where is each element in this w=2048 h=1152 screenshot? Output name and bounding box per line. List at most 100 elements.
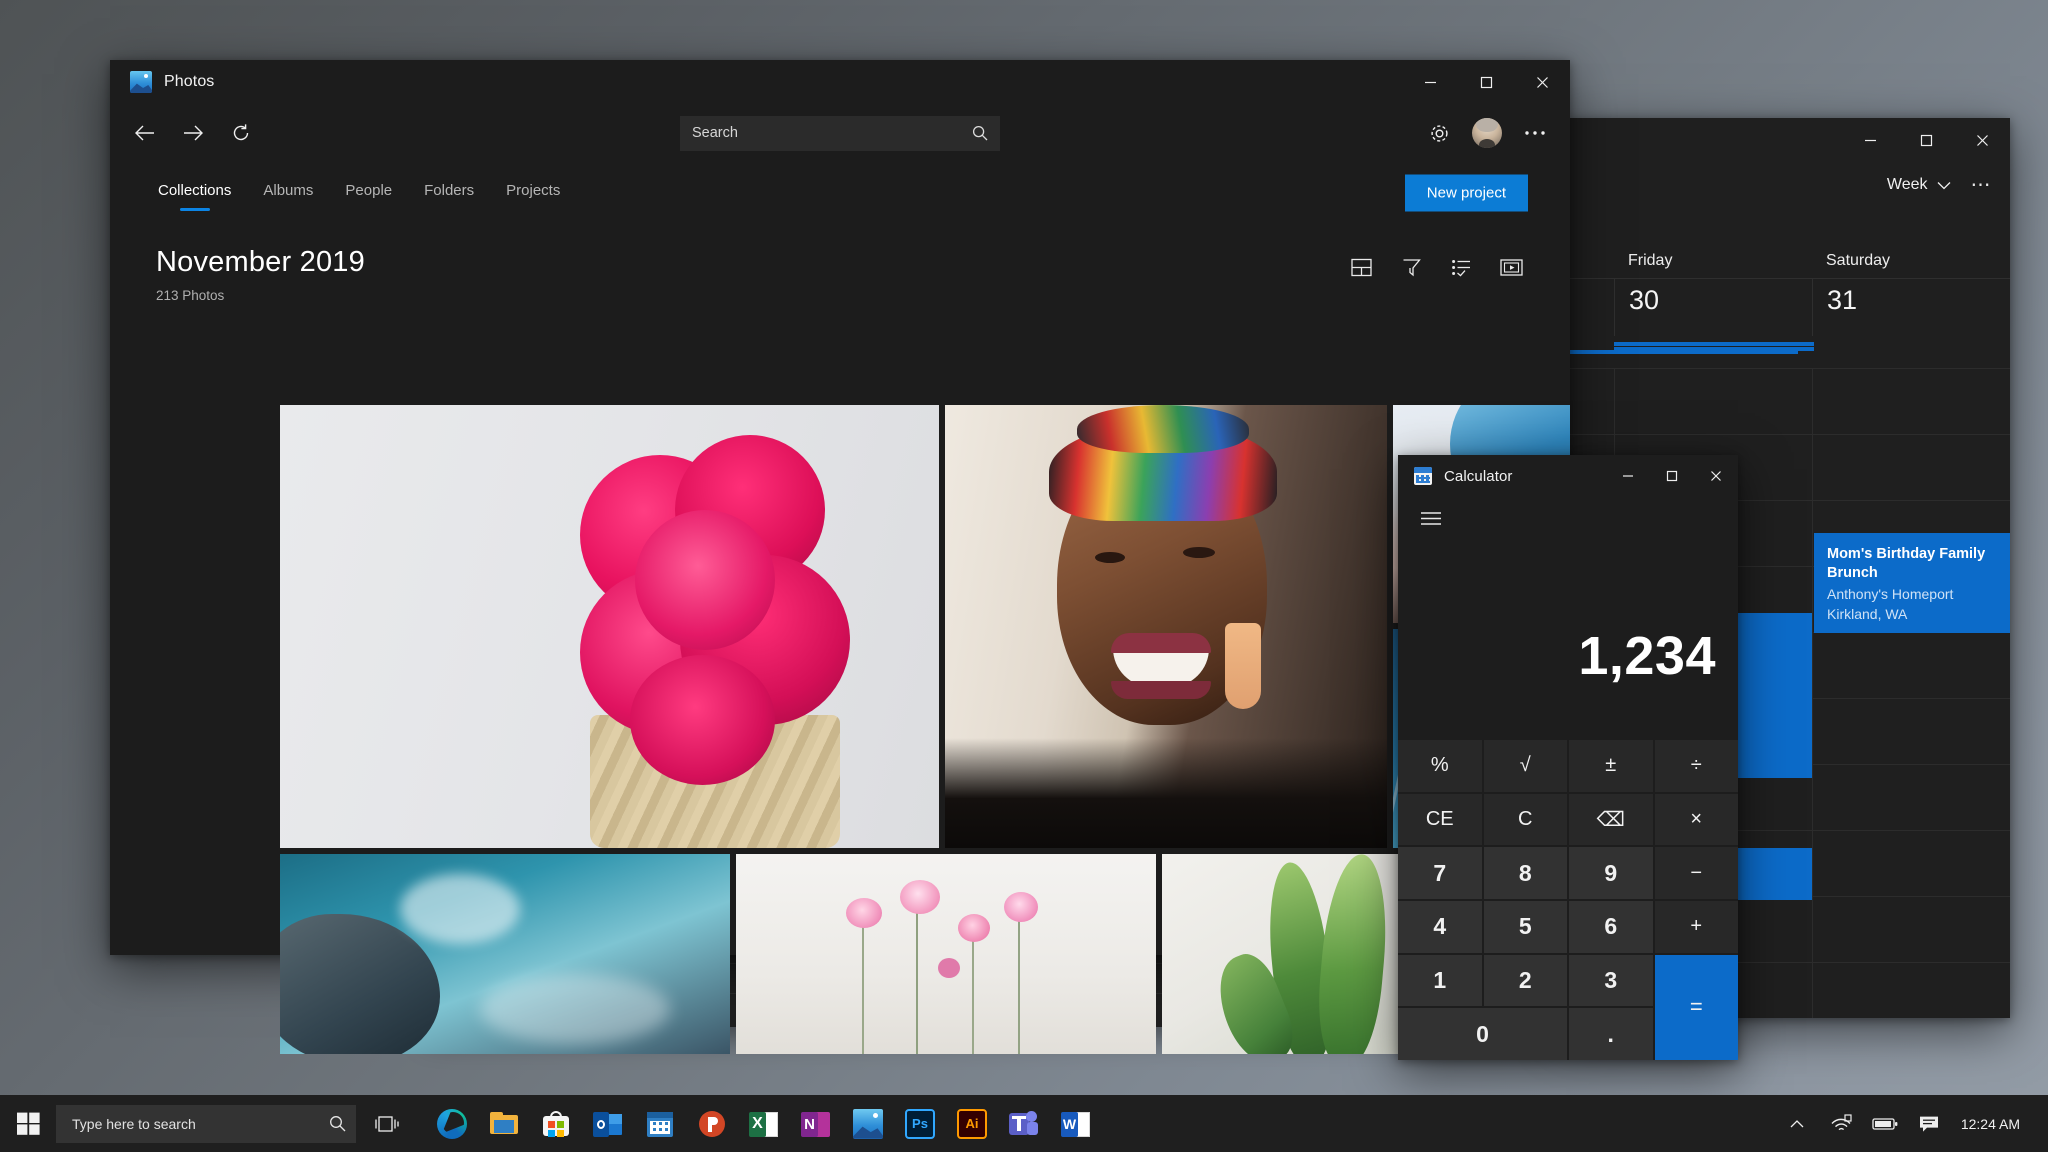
photos-maximize-button[interactable] <box>1458 60 1514 104</box>
photos-window-controls[interactable] <box>1402 60 1570 104</box>
search-input[interactable]: Search <box>692 125 972 141</box>
calc-key-0[interactable]: 0 <box>1398 1008 1567 1060</box>
calculator-close-button[interactable] <box>1694 455 1738 497</box>
day-number: 31 <box>1827 285 2010 316</box>
calendar-titlebar[interactable] <box>1566 118 2010 162</box>
taskbar-search-box[interactable]: Type here to search <box>56 1105 356 1143</box>
calendar-view-selector[interactable]: Week <box>1887 176 1951 194</box>
calculator-window[interactable]: Calculator 1,234 % √ ± ÷ CE C ⌫ × <box>1398 455 1738 1060</box>
tray-battery-button[interactable] <box>1865 1095 1905 1152</box>
calc-key-percent[interactable]: % <box>1398 740 1482 792</box>
taskbar-app-excel[interactable]: X <box>738 1095 790 1152</box>
select-list-icon[interactable] <box>1444 250 1478 284</box>
tab-projects[interactable]: Projects <box>504 176 562 211</box>
calculator-minimize-button[interactable] <box>1606 455 1650 497</box>
calculator-maximize-button[interactable] <box>1650 455 1694 497</box>
calculator-window-controls[interactable] <box>1606 455 1738 497</box>
taskbar-app-outlook[interactable] <box>582 1095 634 1152</box>
tab-albums[interactable]: Albums <box>261 176 315 211</box>
account-button[interactable] <box>1466 112 1508 154</box>
calc-key-plus[interactable]: + <box>1655 901 1739 953</box>
taskbar-app-word[interactable]: W <box>1050 1095 1102 1152</box>
calc-key-8[interactable]: 8 <box>1484 847 1568 899</box>
calc-key-decimal[interactable]: . <box>1569 1008 1653 1060</box>
calendar-event-card[interactable]: Mom's Birthday Family Brunch Anthony's H… <box>1814 533 2010 633</box>
calc-key-sqrt[interactable]: √ <box>1484 740 1568 792</box>
forward-button[interactable] <box>172 112 214 154</box>
search-icon <box>329 1115 346 1132</box>
calendar-close-button[interactable] <box>1954 118 2010 162</box>
taskbar-app-illustrator[interactable]: Ai <box>946 1095 998 1152</box>
photo-tile-smiling-woman-with-headwrap[interactable] <box>945 405 1387 848</box>
calc-key-c[interactable]: C <box>1484 794 1568 846</box>
filter-funnel-icon[interactable] <box>1394 250 1428 284</box>
taskbar-app-photos[interactable] <box>842 1095 894 1152</box>
new-project-button[interactable]: New project <box>1405 175 1528 212</box>
tray-notifications-button[interactable] <box>1909 1095 1949 1152</box>
search-icon <box>972 125 988 141</box>
calc-key-divide[interactable]: ÷ <box>1655 740 1739 792</box>
more-options-button[interactable] <box>1514 112 1556 154</box>
photos-minimize-button[interactable] <box>1402 60 1458 104</box>
taskbar-clock[interactable]: 12:24 AM <box>1953 1116 2032 1132</box>
avatar <box>1472 118 1502 148</box>
tab-collections[interactable]: Collections <box>156 176 233 211</box>
calendar-minimize-button[interactable] <box>1842 118 1898 162</box>
taskbar-app-microsoft-store[interactable] <box>530 1095 582 1152</box>
photo-tile-pink-flowers-in-basket[interactable] <box>280 405 939 848</box>
calendar-more-button[interactable]: ⋯ <box>1971 175 1993 195</box>
allday-event-bar[interactable] <box>1614 342 1814 346</box>
tray-expand-button[interactable] <box>1777 1095 1817 1152</box>
calc-key-9[interactable]: 9 <box>1569 847 1653 899</box>
photos-window[interactable]: Photos Search <box>110 60 1570 955</box>
calc-key-3[interactable]: 3 <box>1569 955 1653 1007</box>
taskbar-app-onenote[interactable]: N <box>790 1095 842 1152</box>
calc-key-equals[interactable]: = <box>1655 955 1739 1060</box>
calc-key-plusminus[interactable]: ± <box>1569 740 1653 792</box>
taskbar-search-input[interactable]: Type here to search <box>72 1116 329 1132</box>
calc-key-7[interactable]: 7 <box>1398 847 1482 899</box>
tab-people[interactable]: People <box>343 176 394 211</box>
refresh-button[interactable] <box>220 112 262 154</box>
calendar-daynum-saturday[interactable]: 31 <box>1812 279 2010 336</box>
calc-key-multiply[interactable]: × <box>1655 794 1739 846</box>
taskbar-app-teams[interactable] <box>998 1095 1050 1152</box>
taskbar-app-edge[interactable] <box>426 1095 478 1152</box>
photos-titlebar[interactable]: Photos <box>110 60 1570 104</box>
calc-key-minus[interactable]: − <box>1655 847 1739 899</box>
calc-key-5[interactable]: 5 <box>1484 901 1568 953</box>
back-button[interactable] <box>124 112 166 154</box>
photos-search-box[interactable]: Search <box>680 116 1000 151</box>
calendar-daynum-friday[interactable]: 30 <box>1614 279 1812 336</box>
calendar-view-label: Week <box>1887 176 1928 194</box>
slideshow-icon[interactable] <box>1494 250 1528 284</box>
calc-key-6[interactable]: 6 <box>1569 901 1653 953</box>
tab-label: Collections <box>158 182 231 199</box>
calc-key-backspace[interactable]: ⌫ <box>1569 794 1653 846</box>
calc-key-2[interactable]: 2 <box>1484 955 1568 1007</box>
allday-event-bar[interactable] <box>1614 347 1814 351</box>
calculator-titlebar[interactable]: Calculator <box>1398 455 1738 497</box>
photos-window-title: Photos <box>164 73 214 91</box>
calc-key-ce[interactable]: CE <box>1398 794 1482 846</box>
photos-toolbar: Search <box>110 104 1570 162</box>
taskbar-app-calendar[interactable] <box>634 1095 686 1152</box>
photos-close-button[interactable] <box>1514 60 1570 104</box>
layout-grid-icon[interactable] <box>1344 250 1378 284</box>
calc-key-4[interactable]: 4 <box>1398 901 1482 953</box>
start-button[interactable] <box>0 1095 56 1152</box>
calc-key-1[interactable]: 1 <box>1398 955 1482 1007</box>
tray-network-button[interactable] <box>1821 1095 1861 1152</box>
calculator-menu-button[interactable] <box>1398 497 1738 531</box>
calendar-window-controls[interactable] <box>1842 118 2010 162</box>
taskbar-app-photoshop[interactable]: Ps <box>894 1095 946 1152</box>
calendar-maximize-button[interactable] <box>1898 118 1954 162</box>
tab-folders[interactable]: Folders <box>422 176 476 211</box>
settings-button[interactable] <box>1418 112 1460 154</box>
photo-tile-pink-cosmos-flowers[interactable] <box>736 854 1156 1054</box>
taskbar-app-file-explorer[interactable] <box>478 1095 530 1152</box>
calendar-column-saturday[interactable]: Mom's Birthday Family Brunch Anthony's H… <box>1812 368 2010 1018</box>
taskbar-app-powerpoint[interactable] <box>686 1095 738 1152</box>
task-view-button[interactable] <box>360 1095 414 1152</box>
photo-tile-ocean-rocks-aerial[interactable] <box>280 854 730 1054</box>
